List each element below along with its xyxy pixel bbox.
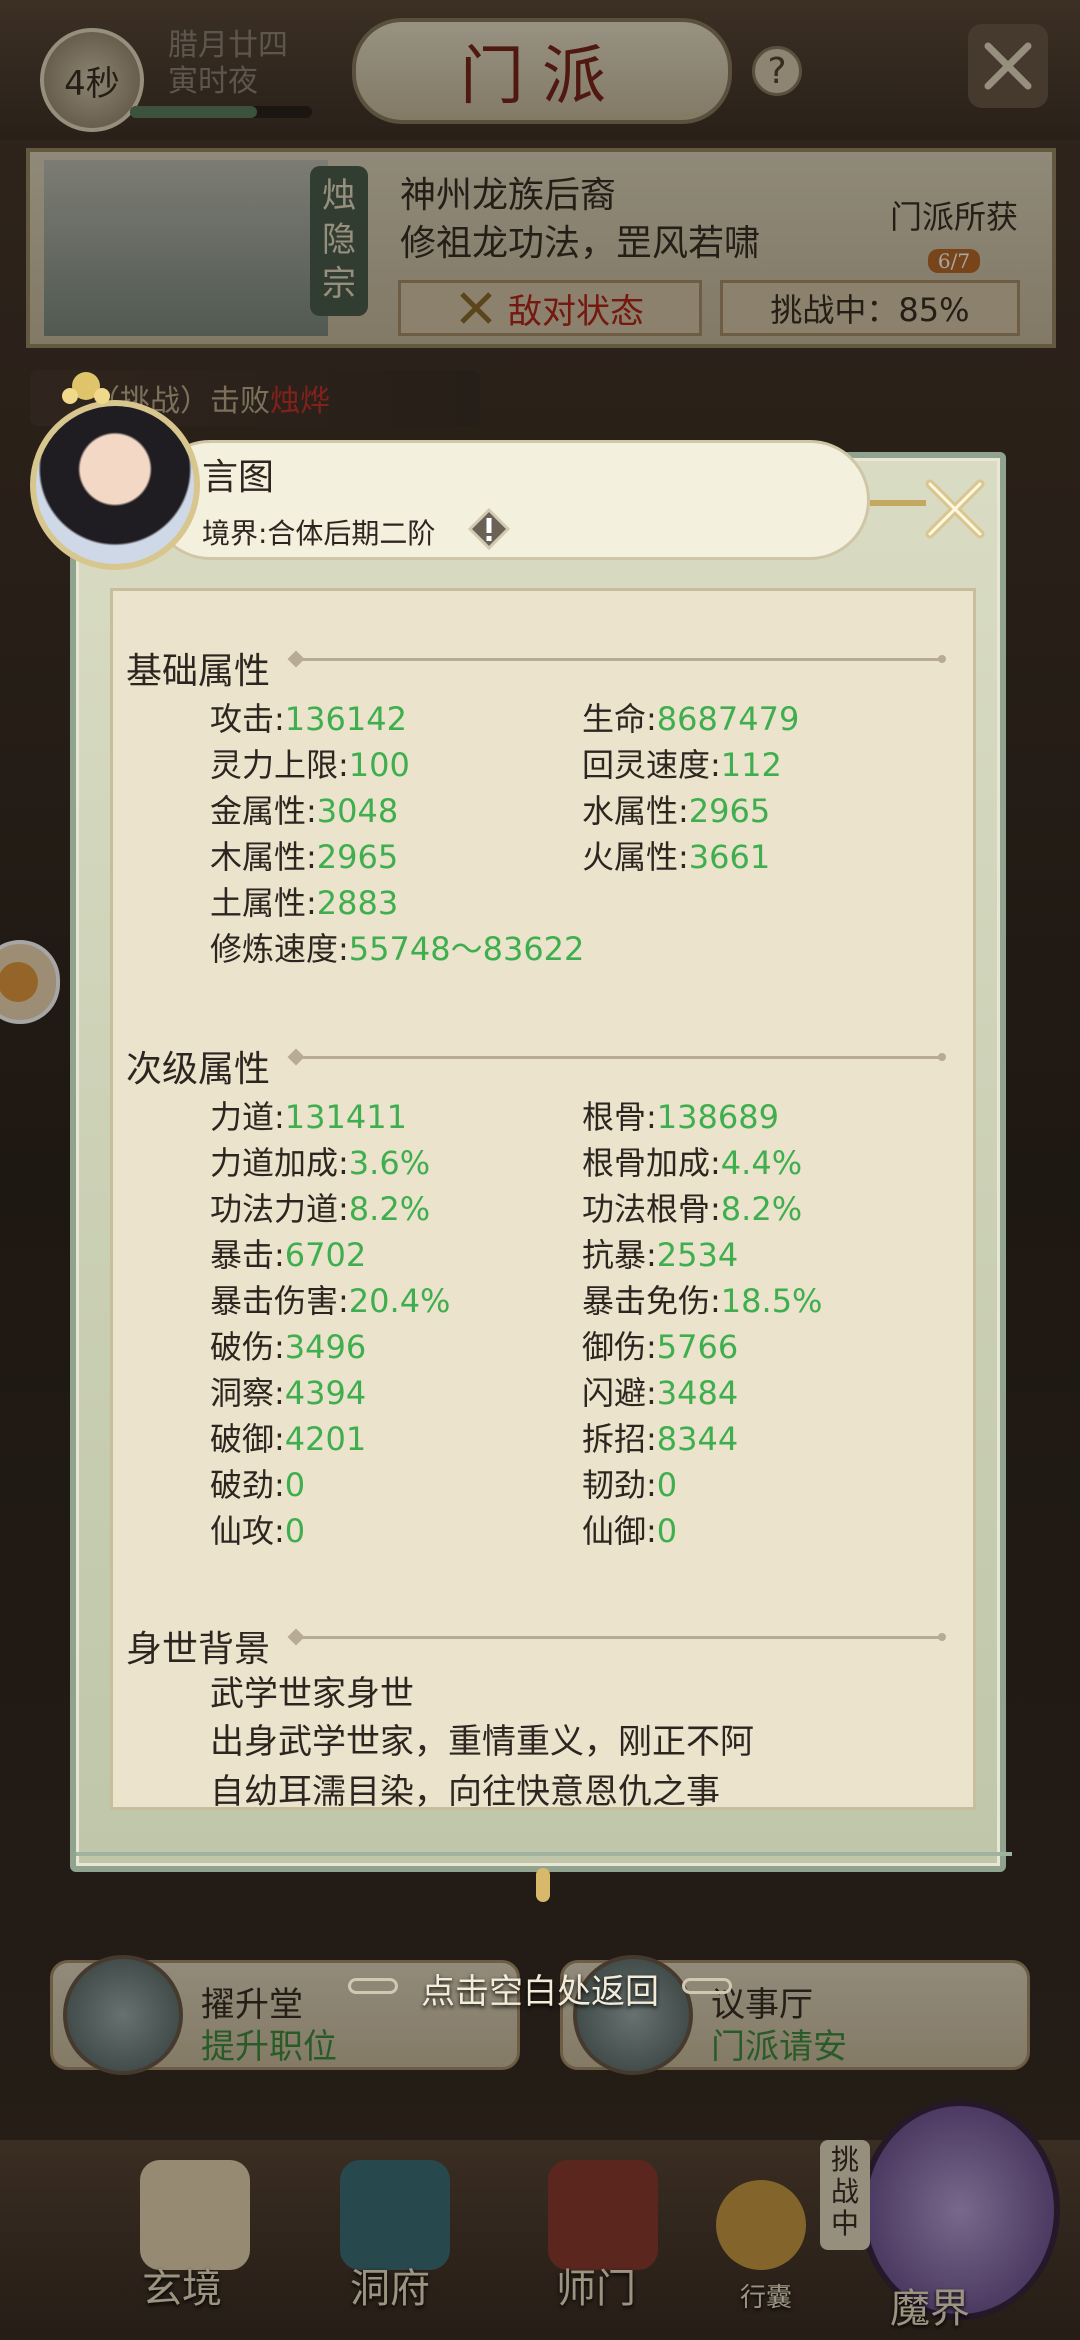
hint-decoration [682, 1978, 732, 1994]
background-title: 身世背景 [126, 1629, 271, 1670]
background-line: 出身武学世家，重情重义，刚正不阿 [210, 1722, 754, 1762]
secondary-attr-title: 次级属性 [126, 1049, 271, 1090]
attr-water: 水属性:2965 [582, 792, 771, 830]
attr-cultivation-speed: 修炼速度:55748～83622 [210, 930, 585, 968]
attr-metal: 金属性:3048 [210, 792, 399, 830]
attr-fire: 火属性:3661 [582, 838, 771, 876]
section-divider [298, 655, 946, 663]
attr-crit: 暴击:6702 [210, 1236, 367, 1274]
attr-attack: 攻击:136142 [210, 700, 407, 738]
attr-technique-strength: 功法力道:8.2% [210, 1190, 431, 1228]
attr-toughness: 韧劲:0 [582, 1466, 678, 1504]
attr-insight: 洞察:4394 [210, 1374, 367, 1412]
modal-pin [536, 1868, 550, 1902]
attr-pierce: 破伤:3496 [210, 1328, 367, 1366]
attr-crit-damage-reduction: 暴击免伤:18.5% [582, 1282, 823, 1320]
hairpin-ornament-icon [62, 372, 110, 404]
attr-crit-resist: 抗暴:2534 [582, 1236, 739, 1274]
attr-wood: 木属性:2965 [210, 838, 399, 876]
attr-break-toughness: 破劲:0 [210, 1466, 306, 1504]
attr-dodge: 闪避:3484 [582, 1374, 739, 1412]
attr-break-defense: 破御:4201 [210, 1420, 367, 1458]
avatar [30, 400, 200, 570]
character-realm: 境界:合体后期二阶 [202, 517, 436, 550]
section-divider [298, 1633, 946, 1641]
background-line: 武学世家身世 [210, 1674, 414, 1714]
attr-crit-damage: 暴击伤害:20.4% [210, 1282, 451, 1320]
section-divider [298, 1053, 946, 1061]
attr-spirit-regen: 回灵速度:112 [582, 746, 782, 784]
attr-earth: 土属性:2883 [210, 884, 399, 922]
attr-immortal-defense: 仙御:0 [582, 1512, 678, 1550]
attr-parry: 拆招:8344 [582, 1420, 739, 1458]
attr-constitution-bonus: 根骨加成:4.4% [582, 1144, 803, 1182]
tap-to-return-hint: 点击空白处返回 [421, 1972, 659, 2012]
background-line: 自幼耳濡目染，向往快意恩仇之事 [210, 1772, 720, 1812]
attr-damage-reduction: 御伤:5766 [582, 1328, 739, 1366]
attr-technique-constitution: 功法根骨:8.2% [582, 1190, 803, 1228]
character-name: 言图 [202, 457, 275, 498]
attr-immortal-attack: 仙攻:0 [210, 1512, 306, 1550]
close-rod [870, 500, 926, 506]
attr-spirit-cap: 灵力上限:100 [210, 746, 410, 784]
attr-strength: 力道:131411 [210, 1098, 407, 1136]
basic-attr-title: 基础属性 [126, 651, 271, 692]
attr-hp: 生命:8687479 [582, 700, 800, 738]
attr-strength-bonus: 力道加成:3.6% [210, 1144, 431, 1182]
realm-info-icon[interactable] [468, 508, 510, 550]
modal-close-button[interactable] [920, 474, 990, 544]
attr-constitution: 根骨:138689 [582, 1098, 779, 1136]
